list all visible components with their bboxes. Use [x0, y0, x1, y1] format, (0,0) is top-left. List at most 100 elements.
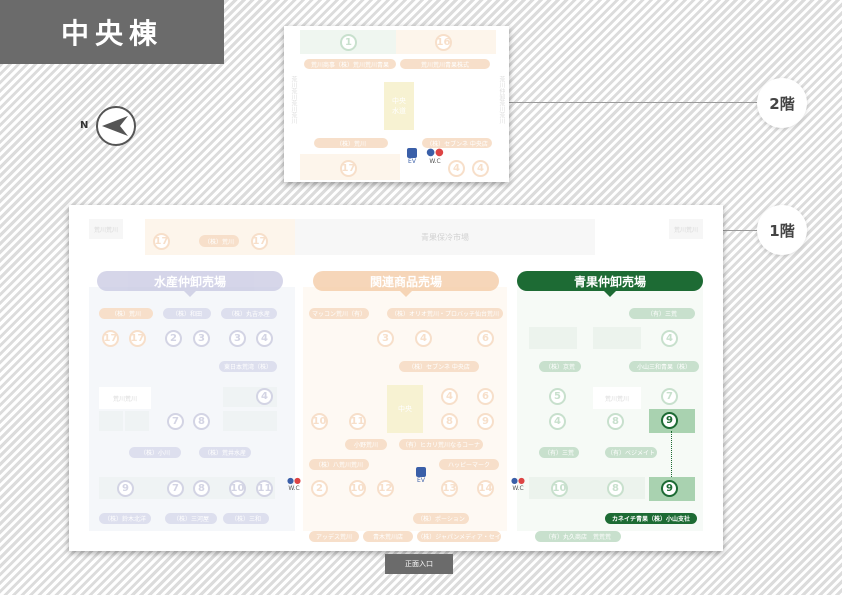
stall-number[interactable]: 10	[551, 480, 568, 497]
floor2-elevator: EV	[404, 148, 420, 178]
stall-number[interactable]: 11	[349, 413, 366, 430]
stall-number[interactable]: 17	[129, 330, 146, 347]
stall-number[interactable]: 17	[153, 233, 170, 250]
seafood-inner-box: 荒川荒川	[99, 387, 151, 409]
seafood-section-header[interactable]: 水産仲卸売場	[97, 271, 283, 297]
stall-cell[interactable]	[529, 327, 577, 349]
stall-cell[interactable]	[593, 327, 641, 349]
stall-number[interactable]: 4	[472, 160, 489, 177]
stall-number[interactable]: 4	[549, 413, 566, 430]
stall-number[interactable]: 10	[229, 480, 246, 497]
tenant-pill[interactable]: （株）丸吉水産	[221, 308, 277, 319]
stall-number[interactable]: 12	[377, 480, 394, 497]
stall-number[interactable]: 3	[377, 330, 394, 347]
tenant-pill[interactable]: （株）ポーション	[413, 513, 469, 524]
tenant-pill[interactable]: （有）三荒	[629, 308, 695, 319]
elevator-icon	[407, 148, 417, 158]
tenant-pill[interactable]: （株）京荒	[539, 361, 581, 372]
tenant-pill[interactable]: （株）荒川	[99, 308, 153, 319]
floor2-map[interactable]: 1 16 荒川商事（株）荒川荒川青果 荒川荒川青果株式 荒川荒川荒川荒川 荒川仲…	[284, 26, 509, 182]
tenant-pill[interactable]: 荒川荒川青果株式	[400, 59, 490, 69]
tenant-pill[interactable]: （株）三和	[223, 513, 269, 524]
stall-number[interactable]: 1	[340, 34, 357, 51]
floor1-faded-layer: 荒川荒川 荒川荒川 17 （株）荒川 17 青果保冷市場 （株）荒川 （株）和田…	[69, 205, 723, 551]
stall-number[interactable]: 8	[607, 480, 624, 497]
stall-number[interactable]: 6	[477, 388, 494, 405]
highlight-tenant-pill[interactable]: カネイチ青果（株）小山支社	[605, 513, 697, 524]
stall-number[interactable]: 4	[256, 388, 273, 405]
tenant-pill[interactable]: （株）荒井水産	[199, 447, 251, 458]
stall-cell[interactable]	[99, 411, 123, 431]
produce-section-header[interactable]: 青果仲卸売場	[517, 271, 703, 297]
top-left-box: 荒川荒川	[89, 219, 123, 239]
tenant-pill[interactable]: 東日本荒湾（株）	[219, 361, 277, 372]
stall-number[interactable]: 9	[117, 480, 134, 497]
building-title: 中央棟	[0, 0, 224, 64]
stall-number[interactable]: 2	[165, 330, 182, 347]
stall-number[interactable]: 5	[549, 388, 566, 405]
tenant-pill[interactable]: （株）小川	[129, 447, 181, 458]
main-entrance-label: 正面入口	[385, 554, 453, 574]
stall-number[interactable]: 8	[193, 413, 210, 430]
stall-number[interactable]: 14	[477, 480, 494, 497]
tenant-pill[interactable]: （株）セブンネ 中央店	[399, 361, 479, 372]
stall-number[interactable]: 11	[256, 480, 273, 497]
tenant-pill[interactable]: アッデス荒川	[309, 531, 359, 542]
stall-number[interactable]: 10	[311, 413, 328, 430]
stall-number[interactable]: 10	[349, 480, 366, 497]
floor2-badge[interactable]: 2階	[757, 78, 807, 128]
stall-number[interactable]: 17	[251, 233, 268, 250]
stall-number[interactable]: 2	[311, 480, 328, 497]
stall-number[interactable]: 8	[607, 413, 624, 430]
tenant-pill[interactable]: （株）八荒川荒川	[309, 459, 369, 470]
stall-number[interactable]: 3	[229, 330, 246, 347]
stall-cell[interactable]	[125, 411, 149, 431]
tenant-pill[interactable]: 小野荒川	[345, 439, 387, 450]
highlight-stall-number-upper[interactable]: 9	[661, 412, 678, 429]
tenant-pill[interactable]: （株）ジャパンメディア・セイ	[417, 531, 501, 542]
tenant-pill[interactable]: （株）和田	[163, 308, 211, 319]
stall-number[interactable]: 4	[256, 330, 273, 347]
tenant-pill[interactable]: （有）丸久商店 荒荒荒	[535, 531, 621, 542]
tenant-pill[interactable]: （株）オリオ荒川・プロバッチ仙台荒川	[387, 308, 503, 319]
stall-number[interactable]: 3	[193, 330, 210, 347]
tenant-pill[interactable]: マッコン荒川（有）	[309, 308, 369, 319]
stall-number[interactable]: 9	[477, 413, 494, 430]
related-section-header[interactable]: 関連商品売場	[313, 271, 499, 297]
stall-number[interactable]: 4	[441, 388, 458, 405]
tenant-pill[interactable]: （有）ヒカリ荒川なるコーナ	[399, 439, 483, 450]
tenant-pill[interactable]: （有）三荒	[539, 447, 579, 458]
tenant-pill[interactable]: （株）荒川	[314, 138, 388, 148]
stall-number[interactable]: 8	[441, 413, 458, 430]
highlight-stall-number[interactable]: 9	[661, 480, 678, 497]
tenant-pill[interactable]: 小山三和青果（株）	[629, 361, 699, 372]
stall-number[interactable]: 16	[435, 34, 452, 51]
tenant-pill[interactable]: ハッピーマーク	[439, 459, 499, 470]
tenant-pill[interactable]: （株）三河屋	[165, 513, 217, 524]
floor1-badge[interactable]: 1階	[757, 205, 807, 255]
stall-number[interactable]: 4	[661, 330, 678, 347]
stall-number[interactable]: 7	[661, 388, 678, 405]
floor2-restroom: ●● W.C	[424, 148, 446, 178]
tenant-pill[interactable]: （株）荒川	[199, 235, 239, 247]
stall-number[interactable]: 8	[193, 480, 210, 497]
stall-number[interactable]: 7	[167, 413, 184, 430]
stall-number[interactable]: 4	[448, 160, 465, 177]
stall-number[interactable]: 4	[415, 330, 432, 347]
tenant-pill[interactable]: （株）鈴木北洋	[99, 513, 151, 524]
floor2-side-label-left: 荒川荒川荒川荒川	[290, 76, 297, 124]
north-indicator: N	[80, 106, 144, 150]
stall-number[interactable]: 6	[477, 330, 494, 347]
tenant-pill[interactable]: （有）ベジメイト	[605, 447, 657, 458]
stall-cell[interactable]	[223, 411, 277, 431]
stall-number[interactable]: 17	[102, 330, 119, 347]
stall-number[interactable]: 13	[441, 480, 458, 497]
stall-number[interactable]: 7	[167, 480, 184, 497]
stall-row[interactable]	[529, 477, 645, 499]
tenant-pill[interactable]: 荒川商事（株）荒川荒川青果	[304, 59, 396, 69]
floor1-leader-line	[722, 230, 758, 231]
stall-number[interactable]: 17	[340, 160, 357, 177]
tenant-pill[interactable]: 青木荒川店	[363, 531, 413, 542]
floor1-map[interactable]: 荒川荒川 荒川荒川 17 （株）荒川 17 青果保冷市場 （株）荒川 （株）和田…	[69, 205, 723, 551]
north-label: N	[80, 120, 89, 131]
